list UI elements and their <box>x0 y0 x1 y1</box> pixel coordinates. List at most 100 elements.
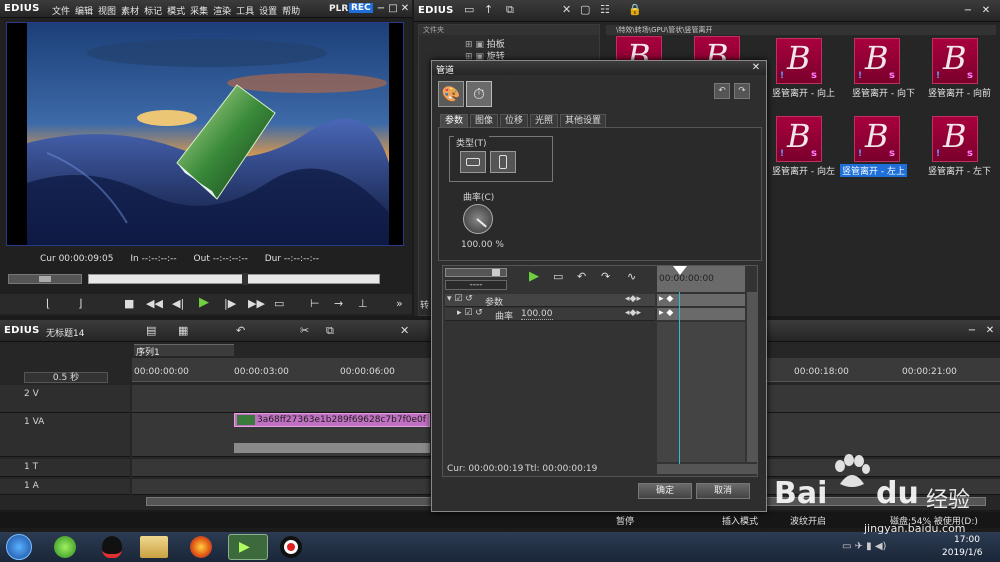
menu-item[interactable]: 帮助 <box>282 7 300 17</box>
menu-item[interactable]: 采集 <box>190 7 208 17</box>
sequence-tab[interactable]: 序列1 <box>134 344 234 358</box>
track-header-2v[interactable]: 2 V <box>0 385 130 413</box>
kf-monitor-icon[interactable]: ▭ <box>553 270 563 284</box>
menu-item[interactable]: 标记 <box>144 7 162 17</box>
effect-thumbnail[interactable]: ! Bs <box>854 116 900 162</box>
tab-image[interactable]: 图像 <box>470 114 499 127</box>
tab-params[interactable]: 参数 <box>440 114 469 127</box>
overwrite-icon[interactable]: → <box>334 297 343 311</box>
timeline-close-icon[interactable]: ✕ <box>984 325 996 337</box>
position-slider[interactable] <box>88 273 380 285</box>
maximize-icon[interactable]: □ <box>387 3 399 15</box>
start-button[interactable] <box>6 534 32 560</box>
dialog-redo-icon[interactable]: ↷ <box>734 83 750 99</box>
paint-icon[interactable]: 🎨 <box>438 81 464 107</box>
kf-row[interactable]: ▾ ☑ ↺ 参数 ◂◆▸ <box>445 294 655 308</box>
timeline-minimize-icon[interactable]: − <box>966 325 978 337</box>
menu-item[interactable]: 素材 <box>121 7 139 17</box>
track-header-1t[interactable]: 1 T <box>0 459 130 477</box>
minimize-icon[interactable]: − <box>375 3 387 15</box>
menu-item[interactable]: 工具 <box>236 7 254 17</box>
type-horizontal-button[interactable] <box>460 151 486 173</box>
menu-item[interactable]: 视图 <box>98 7 116 17</box>
kf-hscrollbar[interactable] <box>657 464 757 474</box>
type-vertical-button[interactable] <box>490 151 516 173</box>
cut-icon[interactable]: ✕ <box>562 3 571 17</box>
kf-play-icon[interactable]: ▶ <box>529 270 539 284</box>
mark-in-icon[interactable]: ⌊ <box>46 297 50 311</box>
lock-icon[interactable]: 🔒 <box>628 3 642 17</box>
kf-prev-icon[interactable]: ↶ <box>577 270 586 284</box>
kf-row-value[interactable]: 100.00 <box>521 309 553 320</box>
effect-thumbnail[interactable]: ! Bs <box>854 38 900 84</box>
kf-ruler[interactable]: 00:00:00:00 <box>657 266 745 292</box>
close-icon[interactable]: ✕ <box>399 3 411 15</box>
curvature-knob[interactable] <box>463 204 493 234</box>
dialog-undo-icon[interactable]: ↶ <box>714 83 730 99</box>
kf-row-arrows[interactable]: ◂◆▸ <box>625 308 641 318</box>
plr-button[interactable]: PLR <box>329 4 348 14</box>
dialog-close-icon[interactable]: ✕ <box>750 62 762 74</box>
output-icon[interactable]: ▭ <box>274 297 284 311</box>
fast-forward-icon[interactable]: ▶▶ <box>248 297 265 311</box>
new-seq-icon[interactable]: ▤ <box>146 324 156 338</box>
menu-item[interactable]: 文件 <box>52 7 70 17</box>
up-icon[interactable]: ↑ <box>484 3 493 17</box>
folder-icon[interactable]: ▭ <box>464 3 474 17</box>
kf-graph-icon[interactable]: ∿ <box>627 270 636 284</box>
track-header-1va[interactable]: 1 VA <box>0 413 130 457</box>
mark-out-icon[interactable]: ⌋ <box>78 297 82 311</box>
effect-label-selected[interactable]: 竖管离开 - 左上 <box>840 164 907 177</box>
shuttle-slider[interactable] <box>8 274 82 284</box>
effect-thumbnail[interactable]: ! Bs <box>932 116 978 162</box>
menu-item[interactable]: 渲染 <box>213 7 231 17</box>
undo-icon[interactable]: ↶ <box>236 324 245 338</box>
tab-position[interactable]: 位移 <box>500 114 529 127</box>
kf-row-arrows[interactable]: ◂◆▸ <box>625 294 641 304</box>
copy-clip-icon[interactable]: ⧉ <box>326 324 334 338</box>
menu-item[interactable]: 模式 <box>167 7 185 17</box>
explorer-icon[interactable] <box>140 536 168 558</box>
copy-icon[interactable]: ▢ <box>580 3 590 17</box>
bin-close-icon[interactable]: ✕ <box>980 5 992 17</box>
cut-clip-icon[interactable]: ✂ <box>300 324 309 338</box>
view-icon[interactable]: ☷ <box>600 3 610 17</box>
split-icon[interactable]: ⊥ <box>358 297 368 311</box>
rewind-icon[interactable]: ◀◀ <box>146 297 163 311</box>
kf-row[interactable]: ▸ ☑ ↺ 曲率 100.00 ◂◆▸ <box>445 308 655 322</box>
menu-item[interactable]: 编辑 <box>75 7 93 17</box>
audio-clip[interactable] <box>234 443 430 453</box>
effect-thumbnail[interactable]: ! Bs <box>932 38 978 84</box>
effect-thumbnail[interactable]: ! Bs <box>776 38 822 84</box>
effect-thumbnail[interactable]: ! Bs <box>776 116 822 162</box>
rec-button[interactable]: REC <box>349 3 373 13</box>
tab-other[interactable]: 其他设置 <box>560 114 607 127</box>
kf-playhead[interactable] <box>673 266 687 275</box>
bin-minimize-icon[interactable]: − <box>962 5 974 17</box>
tray-icons[interactable]: ▭ ✈ ▮ ◀) <box>842 541 886 552</box>
scale-control[interactable]: 0.5 秒 <box>24 372 108 383</box>
cancel-button[interactable]: 取消 <box>696 483 750 499</box>
firefox-icon[interactable] <box>190 536 212 558</box>
ok-button[interactable]: 确定 <box>638 483 692 499</box>
stopwatch-icon[interactable]: ⏱ <box>466 81 492 107</box>
more-icon[interactable]: » <box>396 297 403 311</box>
recorder-icon[interactable] <box>280 536 302 558</box>
delete-icon[interactable]: ✕ <box>400 324 409 338</box>
tab-lighting[interactable]: 光照 <box>530 114 559 127</box>
timeline-clip[interactable]: 3a68ff27363e1b289f69628c7b7f0e0f <box>234 413 430 427</box>
kf-track[interactable]: ▸ ◆ <box>657 294 745 307</box>
add-icon[interactable]: ⧉ <box>506 3 514 17</box>
play-icon[interactable]: ▶ <box>199 296 209 310</box>
stop-icon[interactable]: ■ <box>124 297 134 311</box>
browser-icon[interactable] <box>54 536 76 558</box>
save-icon[interactable]: ▦ <box>178 324 188 338</box>
step-forward-icon[interactable]: |▶ <box>224 297 236 311</box>
qq-icon[interactable] <box>102 536 122 558</box>
dialog-titlebar[interactable]: 管道 ✕ <box>432 61 766 76</box>
kf-zoom-slider[interactable] <box>445 268 507 277</box>
edius-taskbar-icon[interactable]: ▶ <box>228 534 268 560</box>
insert-icon[interactable]: ⊢ <box>310 297 320 311</box>
step-back-icon[interactable]: ◀| <box>172 297 184 311</box>
kf-speed[interactable]: ---- <box>445 280 507 290</box>
